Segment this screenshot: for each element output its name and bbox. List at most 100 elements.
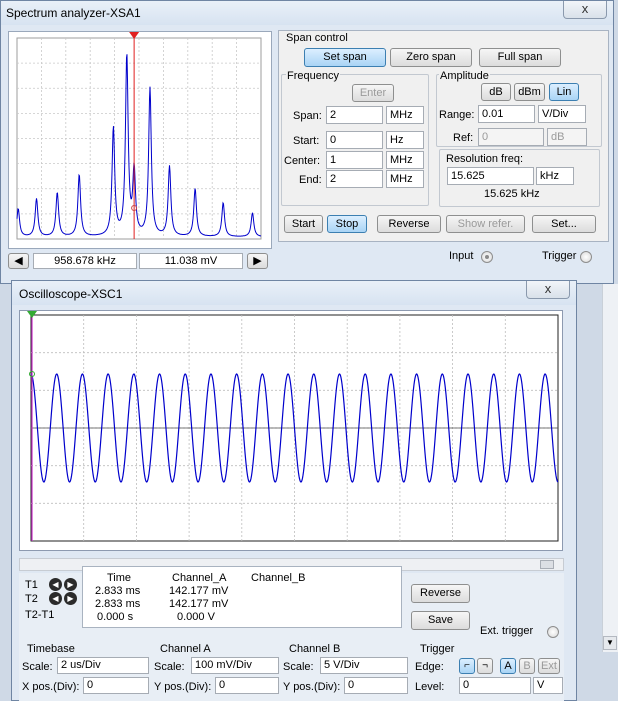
channel-b-y-position-label: Y pos.(Div): bbox=[283, 681, 341, 693]
amplitude-label: Amplitude bbox=[439, 70, 490, 82]
t2-right-arrow-icon[interactable]: ▶ bbox=[64, 592, 77, 605]
oscilloscope-titlebar[interactable]: Oscilloscope-XSC1 x bbox=[12, 281, 576, 305]
oscilloscope-display[interactable] bbox=[19, 310, 563, 551]
t1-label: T1 bbox=[25, 579, 38, 591]
header-time: Time bbox=[107, 572, 132, 584]
trigger-label: Trigger bbox=[542, 250, 577, 262]
trigger-label: Trigger bbox=[420, 643, 455, 655]
spectrum-title: Spectrum analyzer-XSA1 bbox=[6, 6, 141, 20]
trigger-a-button[interactable]: A bbox=[500, 658, 516, 674]
spectrum-analyzer-window: Spectrum analyzer-XSA1 x ◀ 958.678 kHz 1… bbox=[0, 0, 614, 284]
trigger-radio[interactable] bbox=[580, 251, 592, 263]
oscilloscope-plot bbox=[27, 311, 559, 542]
channel-b-label: Channel B bbox=[289, 643, 341, 655]
header-channel-b: Channel_B bbox=[251, 572, 306, 584]
channel-a-scale-input[interactable]: 100 mV/Div bbox=[191, 657, 279, 674]
x-position-input[interactable]: 0 bbox=[83, 677, 149, 694]
row3-channel-a: 0.000 V bbox=[177, 611, 215, 623]
end-input[interactable]: 2 bbox=[326, 170, 383, 188]
spectrum-display[interactable] bbox=[8, 31, 272, 249]
timebase-scale-input[interactable]: 2 us/Div bbox=[57, 657, 149, 674]
ext-trigger-radio[interactable] bbox=[547, 626, 559, 638]
input-label: Input bbox=[449, 250, 474, 262]
row1-time: 2.833 ms bbox=[95, 585, 141, 597]
edge-label: Edge: bbox=[415, 661, 444, 673]
set-span-button[interactable]: Set span bbox=[304, 48, 386, 67]
marker-left-arrow-icon[interactable]: ◀ bbox=[8, 253, 29, 269]
end-unit[interactable]: MHz bbox=[386, 170, 424, 188]
full-span-button[interactable]: Full span bbox=[479, 48, 561, 67]
channel-b-y-position-input[interactable]: 0 bbox=[344, 677, 408, 694]
ref-label: Ref: bbox=[453, 132, 474, 144]
span-unit[interactable]: MHz bbox=[386, 106, 424, 124]
range-unit[interactable]: V/Div bbox=[538, 105, 586, 123]
range-input[interactable]: 0.01 bbox=[478, 105, 535, 123]
center-label: Center: bbox=[284, 155, 321, 167]
channel-a-y-position-label: Y pos.(Div): bbox=[154, 681, 212, 693]
center-unit[interactable]: MHz bbox=[386, 151, 424, 169]
trigger-ext-button[interactable]: Ext bbox=[538, 658, 560, 674]
spectrum-titlebar[interactable]: Spectrum analyzer-XSA1 x bbox=[1, 1, 613, 25]
row2-channel-a: 142.177 mV bbox=[169, 598, 229, 610]
channel-a-label: Channel A bbox=[160, 643, 211, 655]
span-label: Span: bbox=[293, 110, 322, 122]
level-input[interactable]: 0 bbox=[459, 677, 531, 694]
scroll-down-arrow-icon[interactable]: ▼ bbox=[603, 636, 617, 650]
input-radio[interactable] bbox=[481, 251, 493, 263]
row3-time: 0.000 s bbox=[97, 611, 134, 623]
start-button[interactable]: Start bbox=[284, 215, 323, 233]
start-input[interactable]: 0 bbox=[326, 131, 383, 149]
t2-label: T2 bbox=[25, 593, 38, 605]
set-button[interactable]: Set... bbox=[532, 215, 596, 233]
level-label: Level: bbox=[415, 681, 445, 693]
save-button[interactable]: Save bbox=[411, 611, 470, 630]
zero-span-button[interactable]: Zero span bbox=[390, 48, 472, 67]
channel-a-scale-label: Scale: bbox=[154, 661, 185, 673]
marker-right-arrow-icon[interactable]: ▶ bbox=[247, 253, 268, 269]
scrollbar-thumb[interactable] bbox=[540, 560, 554, 569]
end-label: End: bbox=[299, 174, 322, 186]
span-control-label: Span control bbox=[286, 32, 348, 44]
range-label: Range: bbox=[439, 109, 475, 121]
show-refer-button[interactable]: Show refer. bbox=[446, 215, 525, 233]
oscilloscope-title: Oscilloscope-XSC1 bbox=[19, 287, 123, 301]
rising-edge-icon[interactable]: ⌐ bbox=[459, 658, 475, 674]
center-input[interactable]: 1 bbox=[326, 151, 383, 169]
t2-t1-label: T2-T1 bbox=[25, 609, 55, 621]
resolution-label: Resolution freq: bbox=[446, 153, 524, 165]
start-unit[interactable]: Hz bbox=[386, 131, 424, 149]
enter-button[interactable]: Enter bbox=[352, 84, 394, 102]
t1-right-arrow-icon[interactable]: ▶ bbox=[64, 578, 77, 591]
resolution-unit[interactable]: kHz bbox=[536, 167, 574, 185]
dbm-button[interactable]: dBm bbox=[514, 83, 545, 101]
t1-left-arrow-icon[interactable]: ◀ bbox=[49, 578, 62, 591]
channel-b-scale-input[interactable]: 5 V/Div bbox=[320, 657, 408, 674]
falling-edge-icon[interactable]: ¬ bbox=[477, 658, 493, 674]
resolution-input[interactable]: 15.625 bbox=[447, 167, 534, 185]
oscilloscope-window: Oscilloscope-XSC1 x T1 ◀ ▶ T2 ◀ ▶ T2-T1 … bbox=[11, 280, 577, 701]
close-icon[interactable]: x bbox=[563, 1, 607, 19]
channel-a-y-position-input[interactable]: 0 bbox=[215, 677, 279, 694]
close-icon[interactable]: x bbox=[526, 281, 570, 299]
oscilloscope-control-panel: T1 ◀ ▶ T2 ◀ ▶ T2-T1 Time Channel_A Chann… bbox=[19, 566, 564, 701]
cursor-readout-table: Time Channel_A Channel_B 2.833 ms 142.17… bbox=[82, 566, 402, 628]
frequency-label: Frequency bbox=[286, 70, 340, 82]
reverse-button[interactable]: Reverse bbox=[411, 584, 470, 603]
trigger-b-button[interactable]: B bbox=[519, 658, 535, 674]
timebase-scale-label: Scale: bbox=[22, 661, 53, 673]
marker-frequency-readout: 958.678 kHz bbox=[33, 253, 137, 269]
ref-input[interactable]: 0 bbox=[478, 128, 544, 146]
header-channel-a: Channel_A bbox=[172, 572, 227, 584]
background-scrollbar[interactable] bbox=[602, 284, 618, 652]
level-unit[interactable]: V bbox=[533, 677, 563, 694]
ref-unit[interactable]: dB bbox=[547, 128, 587, 146]
span-input[interactable]: 2 bbox=[326, 106, 383, 124]
db-button[interactable]: dB bbox=[481, 83, 511, 101]
resolution-readout: 15.625 kHz bbox=[484, 188, 540, 200]
t2-left-arrow-icon[interactable]: ◀ bbox=[49, 592, 62, 605]
spectrum-plot bbox=[16, 32, 262, 240]
reverse-button[interactable]: Reverse bbox=[377, 215, 441, 233]
timebase-label: Timebase bbox=[27, 643, 75, 655]
stop-button[interactable]: Stop bbox=[327, 215, 367, 233]
lin-button[interactable]: Lin bbox=[549, 83, 579, 101]
